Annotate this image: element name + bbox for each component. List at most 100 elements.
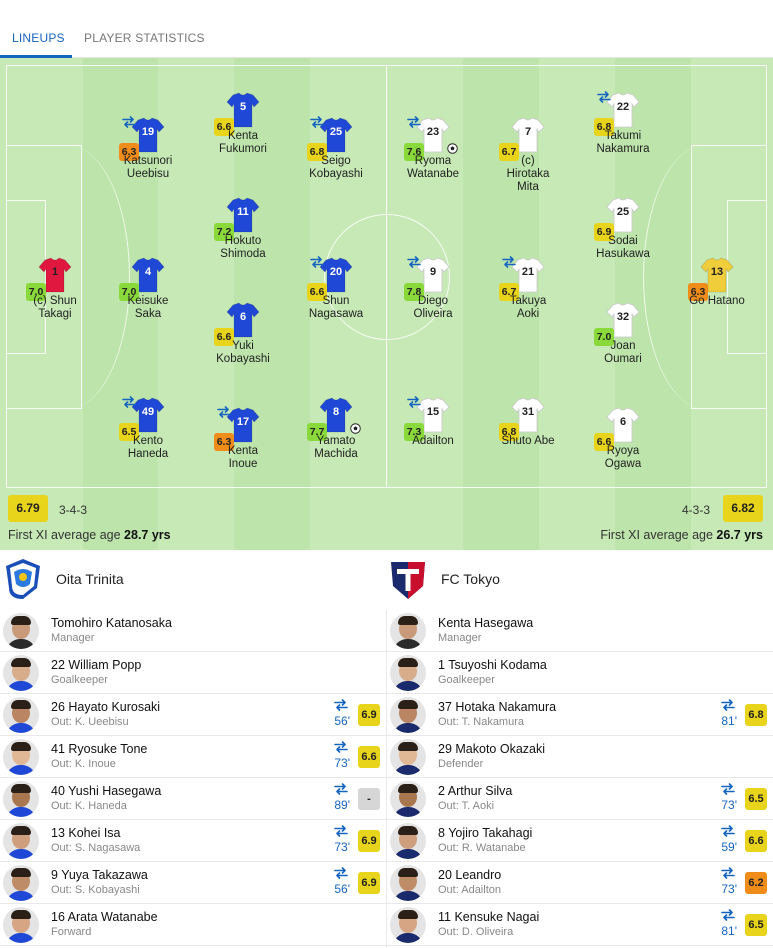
substitution-icon (407, 395, 421, 408)
bench-player-detail: Defender (438, 758, 484, 770)
bench-player-name: 11 Kensuke Nagai (438, 910, 540, 924)
substitution-minute: 73' (334, 756, 350, 770)
player-name: Yuki Kobayashi (216, 340, 270, 365)
bench-player-name: Kenta Hasegawa (438, 616, 534, 630)
jersey-number: 5 (239, 101, 247, 113)
bench-player-detail: Out: S. Kobayashi (51, 884, 140, 896)
away-team-name: FC Tokyo (441, 571, 500, 587)
jersey-number: 25 (616, 206, 630, 218)
substitution-icon (217, 405, 231, 418)
substitution-icon (597, 90, 611, 103)
substitution-minute: 81' (721, 924, 737, 938)
substitution-icon (407, 115, 421, 128)
bench-player-detail: Out: T. Nakamura (438, 716, 524, 728)
tab-lineups[interactable]: LINEUPS (12, 31, 65, 45)
fc-tokyo-logo (391, 562, 425, 599)
substitution-icon (310, 255, 324, 268)
away-average-rating: 6.82 (723, 495, 763, 522)
bench-player-rating: 6.8 (745, 704, 767, 726)
substitution-minute: 73' (334, 840, 350, 854)
substitution-icon (407, 255, 421, 268)
avatar (390, 865, 426, 901)
player-name: Joan Oumari (604, 340, 642, 365)
away-bench-row[interactable]: 37 Hotaka Nakamura Out: T. Nakamura 81' 6.8 (387, 694, 773, 736)
bench-player-name: 29 Makoto Okazaki (438, 742, 545, 756)
avatar (390, 739, 426, 775)
tab-player-statistics[interactable]: PLAYER STATISTICS (84, 31, 205, 45)
goal-ball-icon (447, 141, 458, 154)
bench-player-detail: Goalkeeper (51, 674, 108, 686)
jersey-number: 6 (619, 416, 627, 428)
away-bench-row[interactable]: Kenta Hasegawa Manager (387, 610, 773, 652)
substitution-minute: 81' (721, 714, 737, 728)
avatar (3, 697, 39, 733)
avatar (3, 865, 39, 901)
jersey-number: 13 (710, 266, 724, 278)
home-bench-row[interactable]: 26 Hayato Kurosaki Out: K. Ueebisu 56' 6.9 (0, 694, 386, 736)
bench-player-rating: - (358, 788, 380, 810)
bench-player-detail: Manager (438, 632, 482, 644)
avatar (3, 655, 39, 691)
jersey-number: 4 (144, 266, 152, 278)
avatar (3, 739, 39, 775)
bench-player-rating: 6.2 (745, 872, 767, 894)
jersey-number: 22 (616, 101, 630, 113)
bench-player-detail: Out: K. Ueebisu (51, 716, 129, 728)
home-team-header[interactable]: Oita Trinita (4, 556, 384, 602)
jersey-number: 25 (329, 126, 343, 138)
home-bench-row[interactable]: 22 William Popp Goalkeeper (0, 652, 386, 694)
avatar (390, 823, 426, 859)
bench-player-detail: Out: K. Inoue (51, 758, 116, 770)
bench-player-name: 2 Arthur Silva (438, 784, 513, 798)
home-bench-row[interactable]: 16 Arata Watanabe Forward (0, 904, 386, 946)
substitution-minute: 73' (721, 798, 737, 812)
player-name: Kenta Fukumori (219, 130, 267, 155)
jersey-number: 8 (332, 406, 340, 418)
away-bench-row[interactable]: 8 Yojiro Takahagi Out: R. Watanabe 59' 6.6 (387, 820, 773, 862)
away-bench-row[interactable]: 11 Kensuke Nagai Out: D. Oliveira 81' 6.5 (387, 904, 773, 946)
away-bench-row[interactable]: 20 Leandro Out: Adailton 73' 6.2 (387, 862, 773, 904)
bench-player-name: 16 Arata Watanabe (51, 910, 158, 924)
bench-player-name: 1 Tsuyoshi Kodama (438, 658, 547, 672)
avatar (390, 613, 426, 649)
avatar (390, 907, 426, 943)
away-average-age: First XI average age 26.7 yrs (600, 528, 763, 542)
home-bench-row[interactable]: Tomohiro Katanosaka Manager (0, 610, 386, 652)
player-name: Go Hatano (689, 295, 745, 307)
jersey-number: 7 (524, 126, 532, 138)
player-name: Ryoya Ogawa (604, 445, 642, 470)
away-bench-row[interactable]: 2 Arthur Silva Out: T. Aoki 73' 6.5 (387, 778, 773, 820)
jersey-number: 23 (426, 126, 440, 138)
player-name: Takumi Nakamura (596, 130, 650, 155)
oita-trinita-logo (6, 559, 40, 599)
away-bench-row[interactable]: 1 Tsuyoshi Kodama Goalkeeper (387, 652, 773, 694)
bench-player-detail: Out: T. Aoki (438, 800, 495, 812)
bench-player-name: 40 Yushi Hasegawa (51, 784, 162, 798)
home-bench-row[interactable]: 13 Kohei Isa Out: S. Nagasawa 73' 6.9 (0, 820, 386, 862)
avatar (3, 781, 39, 817)
player-name: Hokuto Shimoda (220, 235, 266, 260)
jersey-number: 21 (521, 266, 535, 278)
player-name: Keisuke Saka (127, 295, 169, 320)
home-average-age: First XI average age 28.7 yrs (8, 528, 171, 542)
bench-player-detail: Manager (51, 632, 95, 644)
home-bench-row[interactable]: 40 Yushi Hasegawa Out: K. Haneda 89' - (0, 778, 386, 820)
substitution-icon (122, 115, 136, 128)
home-formation: 3-4-3 (59, 503, 88, 517)
away-team-header[interactable]: FC Tokyo (389, 556, 769, 602)
bench-player-rating: 6.9 (358, 872, 380, 894)
avatar (3, 613, 39, 649)
jersey-number: 15 (426, 406, 440, 418)
home-average-rating: 6.79 (8, 495, 48, 522)
jersey-number: 20 (329, 266, 343, 278)
substitution-minute: 56' (334, 714, 350, 728)
bench-player-rating: 6.5 (745, 788, 767, 810)
home-bench-row[interactable]: 9 Yuya Takazawa Out: S. Kobayashi 56' 6.9 (0, 862, 386, 904)
away-bench-row[interactable]: 29 Makoto Okazaki Defender (387, 736, 773, 778)
bench-player-name: 9 Yuya Takazawa (51, 868, 148, 882)
bench-player-rating: 6.9 (358, 704, 380, 726)
home-bench-row[interactable]: 41 Ryosuke Tone Out: K. Inoue 73' 6.6 (0, 736, 386, 778)
player-name: Katsunori Ueebisu (123, 155, 173, 180)
avatar (3, 907, 39, 943)
jersey-number: 32 (616, 311, 630, 323)
